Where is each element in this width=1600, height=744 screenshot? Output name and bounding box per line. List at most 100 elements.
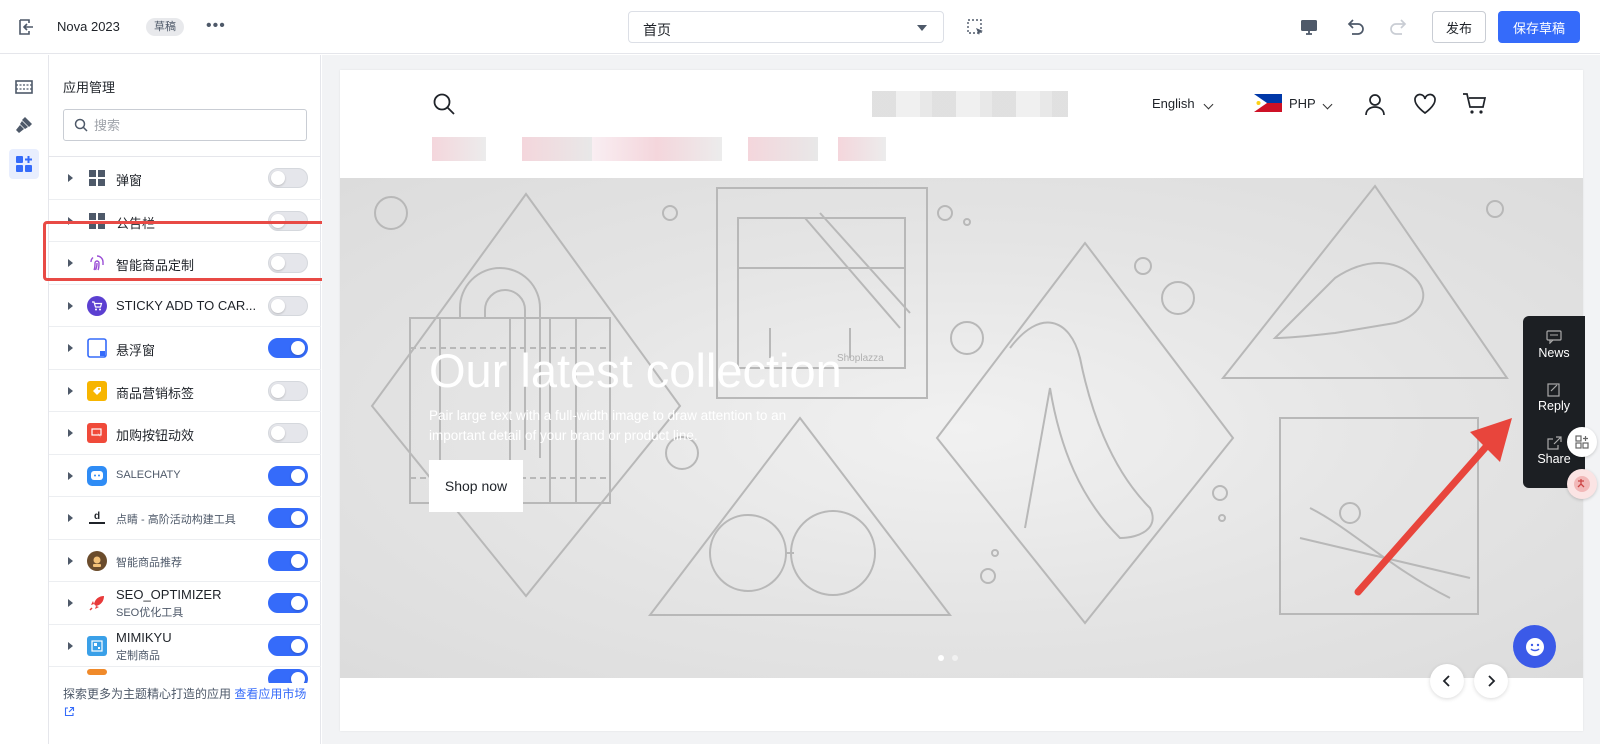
save-draft-button[interactable]: 保存草稿	[1498, 11, 1580, 43]
desktop-icon[interactable]	[1298, 16, 1320, 38]
app-toggle[interactable]	[268, 423, 308, 443]
app-toggle[interactable]	[268, 338, 308, 358]
app-list: 弹窗 公告栏 智能商品定制 STICKY ADD TO CAR... 悬浮窗 商…	[49, 156, 321, 683]
expand-arrow-icon[interactable]	[68, 514, 73, 522]
float-item-reply[interactable]: Reply	[1523, 383, 1585, 413]
hero-banner[interactable]: Shoplazza Our latest collection Pair lar…	[340, 178, 1583, 678]
search-icon	[74, 118, 88, 132]
app-row-marketing-tags[interactable]: 商品营销标签	[49, 370, 321, 412]
share-icon	[1547, 436, 1562, 450]
carousel-dot-active[interactable]	[938, 655, 944, 661]
app-row-floating-window[interactable]: 悬浮窗	[49, 327, 321, 370]
hero-subtitle: Pair large text with a full-width image …	[429, 408, 787, 443]
expand-arrow-icon[interactable]	[68, 471, 73, 480]
app-toggle[interactable]	[268, 669, 308, 683]
chevron-left-icon	[1442, 675, 1450, 687]
app-toggle[interactable]	[268, 550, 308, 571]
app-row-partial[interactable]	[49, 667, 321, 683]
apps-button[interactable]	[9, 149, 39, 179]
apps-widget-button[interactable]	[1567, 427, 1597, 457]
tag-icon	[87, 380, 107, 401]
expand-arrow-icon[interactable]	[68, 599, 73, 607]
app-row-popup[interactable]: 弹窗	[49, 157, 321, 200]
expand-arrow-icon[interactable]	[68, 344, 73, 352]
app-toggle[interactable]	[268, 253, 308, 273]
reply-icon	[1547, 383, 1560, 397]
exit-icon[interactable]	[16, 17, 36, 37]
store-logo[interactable]	[872, 91, 1068, 117]
redo-icon[interactable]	[1388, 16, 1410, 38]
chevron-right-icon	[1488, 675, 1496, 687]
nav-item[interactable]	[748, 137, 818, 161]
app-row-announcement[interactable]: 公告栏	[49, 200, 321, 242]
expand-arrow-icon[interactable]	[68, 386, 73, 395]
rocket-icon	[87, 593, 107, 613]
next-slide-button[interactable]	[1474, 664, 1508, 698]
carousel-dot[interactable]	[952, 655, 958, 661]
currency-selector[interactable]: PHP	[1289, 96, 1316, 111]
search-input[interactable]	[94, 116, 294, 134]
click-effect-icon	[87, 423, 107, 443]
sections-button[interactable]	[9, 72, 39, 102]
carousel-dots	[938, 648, 966, 666]
expand-arrow-icon[interactable]	[68, 641, 73, 650]
app-toggle[interactable]	[268, 168, 308, 188]
nav-item[interactable]	[432, 137, 486, 161]
hero-title: Our latest collection	[429, 344, 842, 397]
wishlist-heart-icon[interactable]	[1413, 92, 1437, 116]
undo-icon[interactable]	[1344, 16, 1366, 38]
page-select[interactable]: 首页	[628, 11, 944, 43]
search-box	[63, 109, 307, 141]
store-nav[interactable]	[422, 137, 892, 161]
more-icon[interactable]: •••	[206, 18, 226, 34]
app-toggle[interactable]	[268, 295, 308, 316]
search-icon[interactable]	[432, 92, 456, 116]
grid-icon	[87, 168, 107, 188]
expand-arrow-icon[interactable]	[68, 556, 73, 565]
chat-smile-icon	[1525, 637, 1544, 656]
left-rail	[0, 55, 49, 744]
svg-text:d: d	[94, 511, 100, 522]
nav-item[interactable]	[522, 137, 592, 161]
translate-widget-button[interactable]	[1567, 469, 1597, 499]
app-toggle[interactable]	[268, 380, 308, 401]
app-name: 弹窗	[116, 173, 143, 188]
app-row-smart-customize[interactable]: 智能商品定制	[49, 242, 321, 285]
expand-arrow-icon[interactable]	[68, 429, 73, 437]
language-selector[interactable]: English	[1152, 96, 1195, 111]
theme-settings-button[interactable]	[9, 110, 39, 140]
app-toggle[interactable]	[268, 210, 308, 231]
app-row-sticky-add-to-cart[interactable]: STICKY ADD TO CAR...	[49, 285, 321, 327]
app-toggle[interactable]	[268, 465, 308, 486]
app-row-salechaty[interactable]: SALECHATY	[49, 455, 321, 497]
expand-arrow-icon[interactable]	[68, 259, 73, 267]
nav-item[interactable]	[838, 137, 886, 161]
app-row-cart-button-effect[interactable]: 加购按钮动效	[49, 412, 321, 455]
account-icon[interactable]	[1363, 92, 1387, 116]
shop-now-button[interactable]: Shop now	[429, 460, 523, 512]
expand-arrow-icon[interactable]	[68, 174, 73, 182]
select-element-icon[interactable]	[966, 18, 986, 38]
app-row-seo-optimizer[interactable]: SEO_OPTIMIZER SEO优化工具	[49, 582, 321, 625]
float-item-news[interactable]: News	[1523, 330, 1585, 360]
app-toggle[interactable]	[268, 508, 308, 528]
prev-slide-button[interactable]	[1430, 664, 1464, 698]
brush-icon	[16, 117, 32, 133]
app-row-mimikyu[interactable]: MIMIKYU 定制商品	[49, 625, 321, 667]
floating-window-icon	[87, 338, 107, 358]
expand-arrow-icon[interactable]	[68, 301, 73, 310]
nav-item[interactable]	[592, 137, 722, 161]
publish-button[interactable]: 发布	[1432, 11, 1486, 43]
chat-widget-button[interactable]	[1513, 625, 1556, 668]
caret-down-icon	[917, 25, 927, 31]
app-toggle[interactable]	[268, 593, 308, 613]
hero-watermark: Shoplazza	[837, 353, 884, 364]
app-row-dianjing[interactable]: d 点睛 - 高阶活动构建工具	[49, 497, 321, 540]
app-name: 悬浮窗	[116, 343, 156, 358]
expand-arrow-icon[interactable]	[68, 216, 73, 225]
app-toggle[interactable]	[268, 635, 308, 656]
top-bar: Nova 2023 草稿 ••• 首页 发布 保存草稿	[0, 0, 1600, 54]
cart-icon[interactable]	[1462, 92, 1488, 116]
floating-window-panel: News Reply Share	[1523, 316, 1585, 488]
app-row-smart-recommend[interactable]: 智能商品推荐	[49, 540, 321, 582]
